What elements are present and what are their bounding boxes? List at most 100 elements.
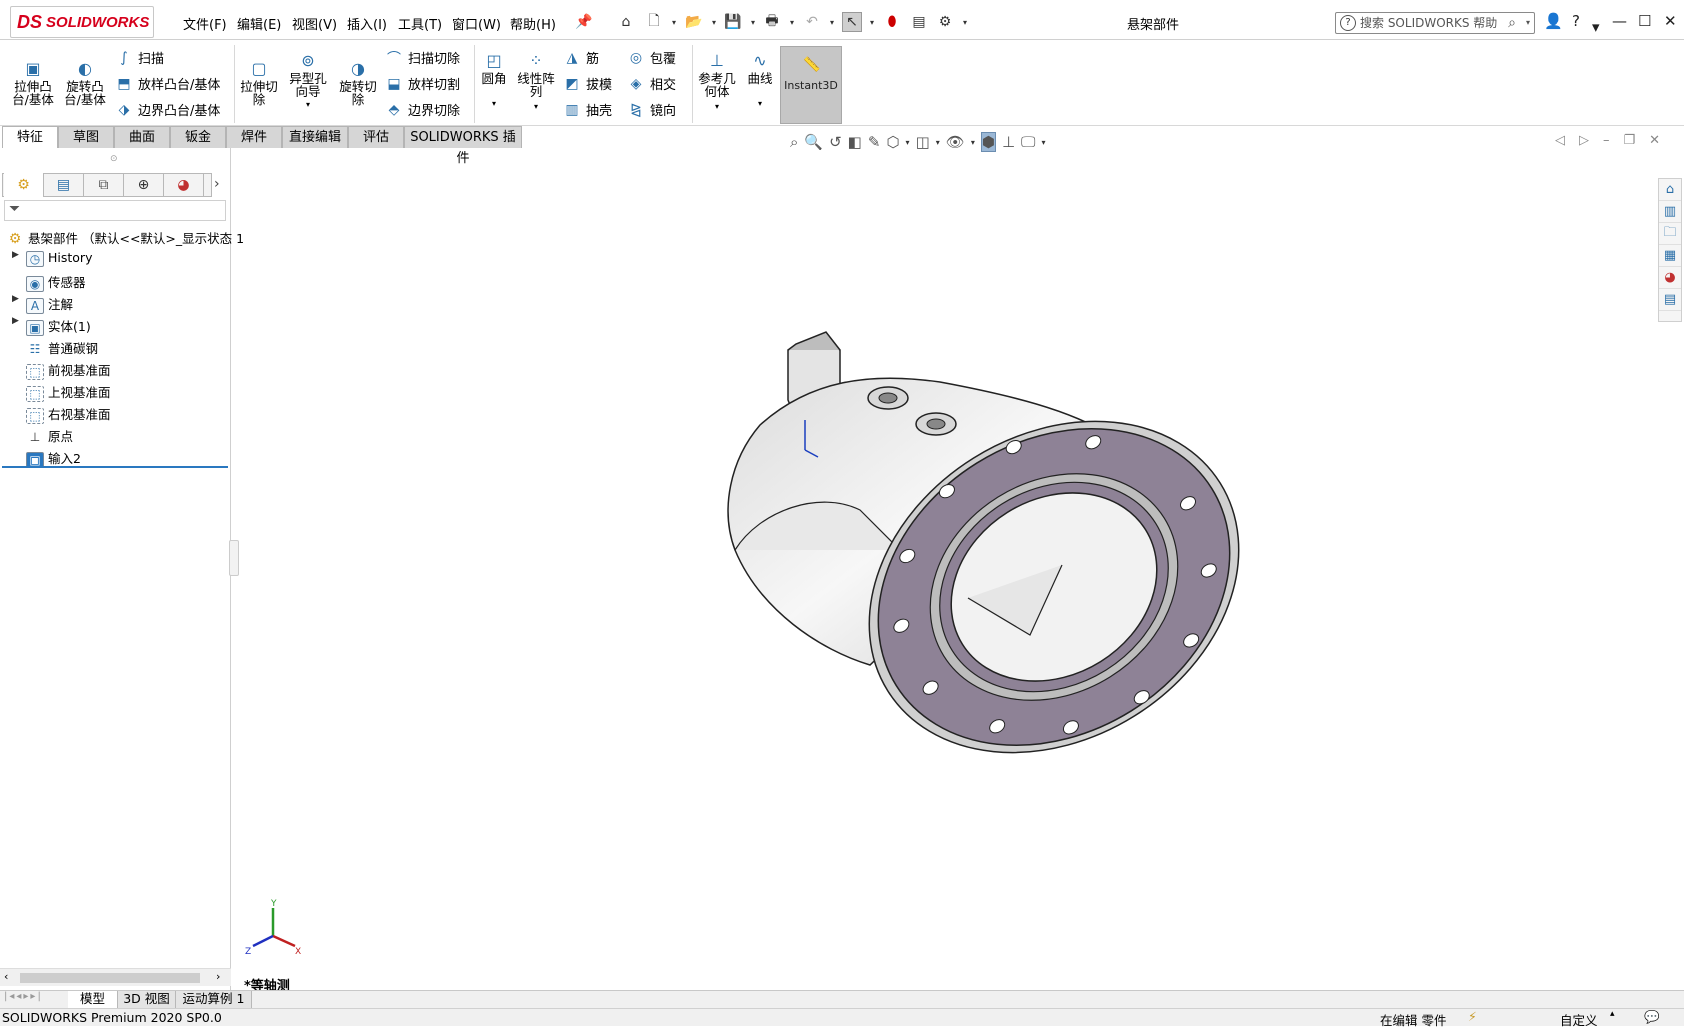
display-style-icon[interactable]: ◫ (916, 133, 930, 151)
options-gear-icon[interactable]: ⚙ (935, 12, 955, 32)
viewport-minimize-icon[interactable]: – (1603, 133, 1610, 148)
status-unit-system[interactable]: 自定义 (1560, 1010, 1598, 1029)
help-dropdown-icon[interactable]: ▾ (1592, 18, 1600, 36)
rebuild-traffic-light-icon[interactable]: ⬮ (882, 12, 902, 32)
hide-show-items-icon[interactable]: 👁 (946, 133, 965, 151)
maximize-window-icon[interactable]: ☐ (1638, 12, 1651, 30)
expand-arrow-icon[interactable]: ▶ (12, 294, 19, 304)
tab-model[interactable]: 模型 (68, 991, 118, 1008)
panel-horizontal-scrollbar[interactable]: ‹ › (0, 968, 231, 986)
tab-solidworks-addins[interactable]: SOLIDWORKS 插件 (404, 126, 522, 166)
open-icon[interactable]: 📂 (684, 12, 704, 32)
next-viewport-icon[interactable]: ▷ (1579, 133, 1589, 148)
curves-button[interactable]: ∿ 曲线 ▾ (744, 50, 776, 110)
tree-item-imported-feature[interactable]: ▣ 输入2 (26, 448, 81, 468)
tab-sheet-metal[interactable]: 钣金 (170, 126, 226, 148)
tree-item-material[interactable]: ☷ 普通碳钢 (26, 338, 98, 358)
configuration-manager-tab-icon[interactable]: ⧉ (84, 173, 124, 197)
sweep-button[interactable]: ∫ 扫描 (114, 48, 164, 68)
menu-window[interactable]: 窗口(W) (452, 14, 501, 33)
tree-item-front-plane[interactable]: ⬚ 前视基准面 (26, 360, 111, 380)
menu-help[interactable]: 帮助(H) (510, 14, 556, 33)
tree-item-history[interactable]: ▶ ◷ History (12, 250, 92, 267)
user-account-icon[interactable]: 👤 (1544, 12, 1563, 30)
hole-wizard-dropdown-icon[interactable]: ▾ (286, 98, 330, 111)
tree-item-annotations[interactable]: ▶ A 注解 (12, 294, 73, 314)
view-orientation-dropdown-icon[interactable]: ▾ (906, 138, 910, 147)
file-properties-icon[interactable]: ▤ (909, 12, 929, 32)
tab-direct-editing[interactable]: 直接编辑 (282, 126, 348, 148)
options-dropdown-icon[interactable]: ▾ (955, 12, 975, 32)
tree-item-top-plane[interactable]: ⬚ 上视基准面 (26, 382, 111, 402)
previous-viewport-icon[interactable]: ◁ (1555, 133, 1565, 148)
boundary-cut-button[interactable]: ⬘ 边界切除 (384, 100, 460, 120)
instant3d-button[interactable]: 📏 Instant3D (780, 46, 842, 124)
reference-triad[interactable]: Y Z X (243, 898, 303, 958)
view-palette-icon[interactable]: ▦ (1659, 245, 1681, 267)
solidworks-resources-home-icon[interactable]: ⌂ (1659, 179, 1681, 201)
model-viewport-graphic[interactable] (700, 320, 1270, 860)
undo-icon[interactable]: ↶ (802, 12, 822, 32)
expand-arrow-icon[interactable]: ▶ (12, 250, 19, 260)
scroll-left-icon[interactable]: ‹ (4, 970, 8, 983)
fillet-dropdown-icon[interactable]: ▾ (478, 97, 510, 110)
reference-geometry-button[interactable]: ⊥ 参考几何体 ▾ (696, 50, 738, 113)
rib-button[interactable]: ◮ 筋 (562, 48, 599, 68)
rollback-bar[interactable] (2, 466, 228, 468)
select-dropdown-icon[interactable]: ▾ (862, 12, 882, 32)
chevron-right-icon[interactable]: › (214, 176, 220, 192)
tree-filter-input[interactable]: ⏷ (4, 200, 226, 221)
panel-splitter-handle[interactable] (229, 540, 239, 576)
dimxpert-manager-tab-icon[interactable]: ⊕ (124, 173, 164, 197)
swept-cut-button[interactable]: ⌒ 扫描切除 (384, 48, 460, 68)
rebuild-status-icon[interactable]: ⚡ (1468, 1009, 1477, 1024)
revolve-cut-button[interactable]: ◑ 旋转切除 (336, 58, 380, 106)
tree-item-sensors[interactable]: ◉ 传感器 (26, 272, 86, 292)
zoom-to-fit-icon[interactable]: ⌕ (790, 133, 798, 151)
design-library-icon[interactable]: ▥ (1659, 201, 1681, 223)
select-cursor-icon[interactable]: ↖ (842, 12, 862, 32)
print-icon[interactable]: 🖶 (762, 12, 782, 32)
reference-geometry-dropdown-icon[interactable]: ▾ (696, 100, 738, 113)
edit-appearance-cube-icon[interactable]: ⬢ (980, 132, 996, 152)
property-manager-tab-icon[interactable]: ▤ (44, 173, 84, 197)
draft-button[interactable]: ◩ 拔模 (562, 74, 612, 94)
previous-view-icon[interactable]: ↺ (829, 133, 842, 151)
solidworks-logo[interactable]: DS SOLIDWORKS (10, 6, 154, 38)
unit-system-up-icon[interactable]: ▴ (1610, 1009, 1615, 1019)
menu-edit[interactable]: 编辑(E) (237, 14, 281, 33)
tab-scroll-arrows-icon[interactable]: |◂◂▸▸| (4, 991, 43, 1002)
undo-dropdown-icon[interactable]: ▾ (822, 12, 842, 32)
help-search-input[interactable]: ? 搜索 SOLIDWORKS 帮助 ⌕ ▾ (1335, 12, 1535, 34)
print-dropdown-icon[interactable]: ▾ (782, 12, 802, 32)
tree-item-origin[interactable]: ⊥ 原点 (26, 426, 73, 446)
viewport-restore-icon[interactable]: ❐ (1624, 133, 1636, 148)
new-dropdown-icon[interactable]: ▾ (664, 12, 684, 32)
menu-view[interactable]: 视图(V) (292, 14, 337, 33)
save-icon[interactable]: 💾 (723, 12, 743, 32)
tab-motion-study-1[interactable]: 运动算例 1 (176, 991, 252, 1008)
tab-surfaces[interactable]: 曲面 (114, 126, 170, 148)
dynamic-annotation-icon[interactable]: ✎ (868, 133, 881, 151)
expand-arrow-icon[interactable]: ▶ (12, 316, 19, 326)
boundary-boss-button[interactable]: ⬗ 边界凸台/基体 (114, 100, 221, 120)
linear-pattern-dropdown-icon[interactable]: ▾ (514, 100, 558, 113)
curves-dropdown-icon[interactable]: ▾ (744, 97, 776, 110)
search-dropdown-icon[interactable]: ▾ (1526, 13, 1530, 33)
view-orientation-icon[interactable]: ⬡ (886, 133, 899, 151)
linear-pattern-button[interactable]: ⁘ 线性阵列 ▾ (514, 50, 558, 113)
menu-file[interactable]: 文件(F) (183, 14, 227, 33)
apply-scene-icon[interactable]: ⊥ (1002, 133, 1015, 151)
tab-3d-views[interactable]: 3D 视图 (118, 991, 176, 1008)
revolve-boss-button[interactable]: ◐ 旋转凸台/基体 (62, 58, 108, 106)
scrollbar-thumb[interactable] (20, 973, 200, 983)
file-explorer-folder-icon[interactable]: 🗀 (1659, 223, 1681, 245)
panel-grip-icon[interactable]: ⊙ (110, 154, 118, 164)
help-icon[interactable]: ? (1572, 12, 1580, 30)
tab-evaluate[interactable]: 评估 (348, 126, 404, 148)
tab-sketch[interactable]: 草图 (58, 126, 114, 148)
mirror-button[interactable]: ⧎ 镜向 (626, 100, 676, 120)
tab-weldments[interactable]: 焊件 (226, 126, 282, 148)
viewport-close-icon[interactable]: ✕ (1649, 133, 1660, 148)
zoom-to-area-icon[interactable]: 🔍 (804, 133, 823, 151)
